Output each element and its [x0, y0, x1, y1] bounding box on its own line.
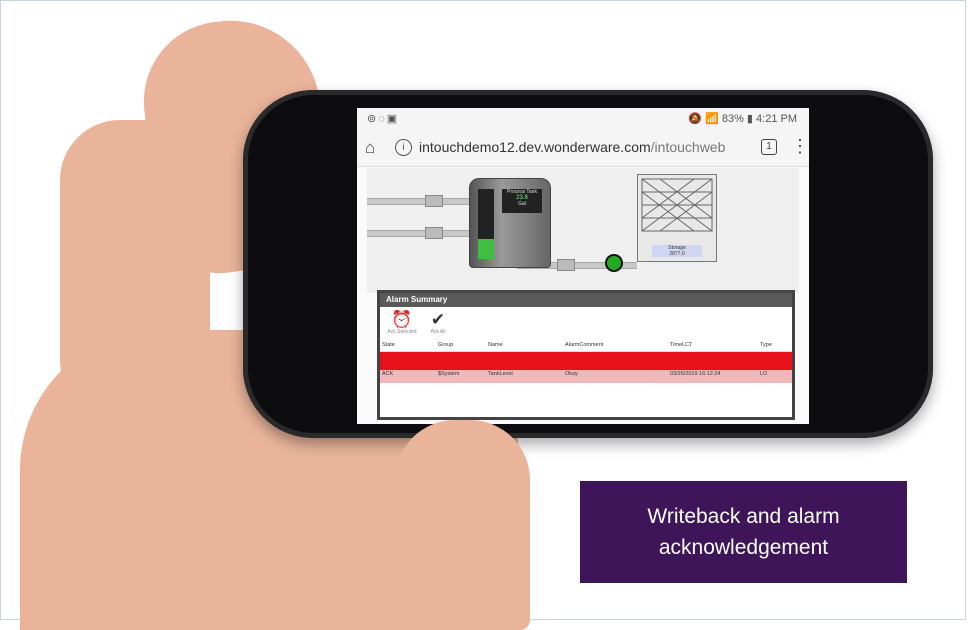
url-host: intouchdemo12.dev.wonderware.com: [419, 139, 651, 155]
valve-2[interactable]: [425, 227, 443, 239]
address-bar[interactable]: intouchdemo12.dev.wonderware.com/intouch…: [419, 139, 725, 155]
tab-switcher-button[interactable]: 1: [761, 139, 777, 155]
tank-level-fill: [478, 239, 494, 259]
double-check-icon: ✔: [430, 310, 446, 329]
col-state[interactable]: State: [382, 342, 395, 348]
alarm-toolbar: ⏰ Ack Selected ✔ Ack All: [380, 307, 792, 341]
storage-rack[interactable]: Storage 2877.0: [637, 174, 717, 262]
col-group[interactable]: Group: [438, 342, 453, 348]
col-time-lct[interactable]: TimeLCT: [670, 342, 692, 348]
alarm-clock-check-icon: ⏰: [391, 310, 413, 329]
tank-unit: Gal: [518, 201, 526, 207]
cell-name: TankLevel: [488, 371, 513, 377]
valve-1[interactable]: [425, 195, 443, 207]
storage-readout: Storage 2877.0: [652, 245, 702, 257]
caption-line-2: acknowledgement: [658, 536, 829, 559]
home-icon[interactable]: ⌂: [365, 138, 375, 158]
storage-grid-icon: [641, 178, 713, 232]
inlet-pipe-2: [367, 230, 471, 237]
process-tank[interactable]: Process Tank 23.8 Gal: [469, 178, 551, 268]
url-path: /intouchweb: [650, 139, 726, 155]
status-indicators: 🔕 📶 83% ▮ 4:21 PM: [688, 113, 797, 125]
cell-time: 03/26/2019 16:12:24: [670, 371, 721, 377]
cell-group: $System: [438, 371, 460, 377]
valve-3[interactable]: [557, 259, 575, 271]
ack-selected-label: Ack Selected: [387, 329, 417, 335]
col-name[interactable]: Name: [488, 342, 503, 348]
table-row[interactable]: [380, 352, 792, 370]
info-icon[interactable]: i: [395, 139, 412, 156]
caption-line-1: Writeback and alarm: [647, 505, 840, 528]
ack-all-button[interactable]: ✔ Ack All: [420, 310, 456, 336]
cell-comment: Okay: [565, 371, 578, 377]
ack-all-label: Ack All: [430, 329, 446, 335]
alarm-summary-panel: Alarm Summary ⏰ Ack Selected ✔ Ack All S…: [377, 290, 795, 420]
tank-readout: Process Tank 23.8 Gal: [502, 189, 542, 213]
browser-toolbar: ⌂ i intouchdemo12.dev.wonderware.com/int…: [357, 130, 809, 167]
col-alarm-comment[interactable]: AlarmComment: [565, 342, 603, 348]
col-type[interactable]: Type: [760, 342, 772, 348]
phone-screen: ⊚◌▣ 🔕 📶 83% ▮ 4:21 PM ⌂ i intouchdemo12.…: [357, 108, 809, 424]
pump-icon[interactable]: [605, 254, 623, 272]
browser-menu-icon[interactable]: ⋮: [791, 136, 809, 157]
alarm-summary-title: Alarm Summary: [380, 293, 792, 307]
ack-selected-button[interactable]: ⏰ Ack Selected: [384, 310, 420, 336]
cell-type: LO: [760, 371, 768, 377]
notification-icons: ⊚◌▣: [367, 113, 400, 125]
cell-state: ACK: [382, 371, 394, 377]
alarm-table-header: State Group Name AlarmComment TimeLCT Ty…: [380, 341, 792, 352]
storage-value: 2877.0: [669, 251, 685, 257]
caption-box: Writeback and alarm acknowledgement: [580, 481, 907, 583]
table-row[interactable]: ACK $System TankLevel Okay 03/26/2019 16…: [380, 370, 792, 383]
process-graphic: Process Tank 23.8 Gal Storage 2877.0: [367, 168, 799, 293]
android-status-bar: ⊚◌▣ 🔕 📶 83% ▮ 4:21 PM: [357, 108, 809, 130]
inlet-pipe-1: [367, 198, 471, 205]
thumb: [395, 420, 530, 530]
